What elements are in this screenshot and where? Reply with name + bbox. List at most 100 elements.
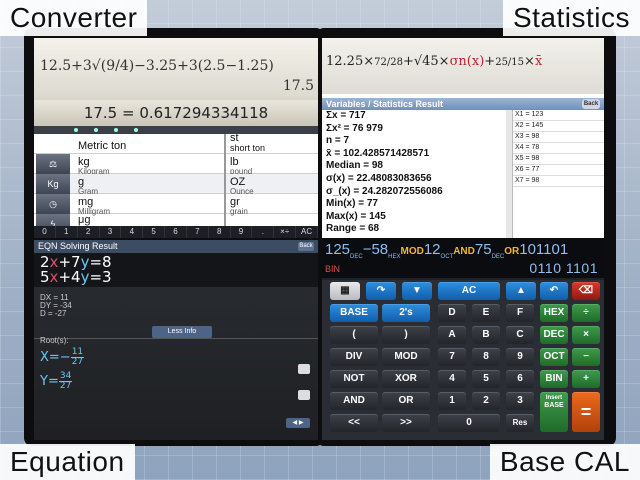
stat-item: Range = 68 (326, 223, 380, 235)
key-4[interactable]: 4 (438, 370, 466, 388)
key-0[interactable]: 0 (438, 414, 500, 432)
statistics-panel: 12.25×72/28+√45×σn(x)+25/15×x̄ Variables… (322, 38, 604, 238)
shift-left-button[interactable]: << (330, 414, 378, 432)
xor-button[interactable]: XOR (382, 370, 430, 388)
unit-left: kg Kilogram (78, 156, 110, 176)
grid-icon[interactable]: ▦ (330, 282, 360, 300)
lparen-button[interactable]: ( (330, 326, 378, 344)
equation-panel: EQN Solving Result Back 2x+7y=8 5x+4y=3 … (34, 240, 318, 440)
key-a[interactable]: A (438, 326, 466, 344)
minus-button[interactable]: − (572, 348, 600, 366)
delete-icon[interactable]: ⌫ (572, 282, 600, 300)
label-base-cal: Base CAL (489, 444, 640, 480)
and-button[interactable]: AND (330, 392, 378, 410)
converter-expression: 12.5+3√(9/4)−3.25+3(2.5−1.25) (34, 38, 318, 98)
statistics-title: Variables / Statistics Result (326, 99, 444, 109)
unit-left: g Gram (78, 176, 98, 196)
key-6[interactable]: 6 (506, 370, 534, 388)
base-keypad: ▦ ↷ ▼ AC ▲ ↶ ⌫ BASE 2's D E F HEX ÷ ( ) … (322, 280, 604, 440)
key-3[interactable]: 3 (100, 226, 122, 238)
key-dot[interactable]: . (252, 226, 275, 238)
hex-button[interactable]: HEX (540, 304, 568, 322)
statistics-result-list: Σx = 717 Σx² = 76 979 n = 7 x̄ = 102.428… (322, 110, 512, 238)
save-x-icon[interactable] (298, 364, 310, 374)
key-8[interactable]: 8 (472, 348, 500, 366)
twos-complement-button[interactable]: 2's (382, 304, 430, 322)
or-button[interactable]: OR (382, 392, 430, 410)
unit-right-extra: short ton (230, 143, 266, 153)
base-button[interactable]: BASE (330, 304, 378, 322)
kg-weight-icon: Kg (36, 174, 70, 194)
page-nav-button[interactable]: ◀ ▶ (286, 418, 310, 428)
unit-row[interactable]: Metric ton st short ton (34, 132, 318, 154)
unit-right: OZ Ounce (230, 176, 254, 196)
key-2[interactable]: 2 (78, 226, 100, 238)
dec-button[interactable]: DEC (540, 326, 568, 344)
key-6[interactable]: 6 (165, 226, 187, 238)
oct-button[interactable]: OCT (540, 348, 568, 366)
key-1[interactable]: 1 (438, 392, 466, 410)
rparen-button[interactable]: ) (382, 326, 430, 344)
chevron-down-icon[interactable]: ▼ (402, 282, 432, 300)
equals-button[interactable]: = (572, 392, 600, 432)
converter-previous-value: 17.5 (282, 78, 314, 94)
plus-button[interactable]: + (572, 370, 600, 388)
equation-2: 5x+4y=3 (40, 268, 112, 286)
data-value: X4 = 78 (513, 143, 604, 154)
key-5[interactable]: 5 (143, 226, 166, 238)
unit-row-selected[interactable]: Kg g Gram OZ Ounce (34, 174, 318, 196)
divide-button[interactable]: ÷ (572, 304, 600, 322)
unit-right: gr grain (230, 196, 248, 216)
key-4[interactable]: 4 (121, 226, 144, 238)
key-e[interactable]: E (472, 304, 500, 322)
redo-icon[interactable]: ↷ (366, 282, 396, 300)
less-info-button[interactable]: Less Info (152, 326, 212, 338)
back-button[interactable]: Back (298, 242, 314, 251)
back-button[interactable]: Back (582, 99, 600, 109)
not-button[interactable]: NOT (330, 370, 378, 388)
statistics-expression: 12.25×72/28+√45×σn(x)+25/15×x̄ (322, 38, 604, 94)
key-8[interactable]: 8 (209, 226, 231, 238)
key-1[interactable]: 1 (56, 226, 78, 238)
weight-icon: ⚖ (36, 154, 70, 174)
base-result: 0110 1101 (529, 260, 598, 276)
key-ac[interactable]: AC (296, 226, 318, 238)
key-muldiv[interactable]: ×÷ (274, 226, 297, 238)
key-9[interactable]: 9 (506, 348, 534, 366)
converter-unit-strip[interactable] (34, 126, 318, 134)
res-button[interactable]: Res (506, 414, 534, 432)
key-b[interactable]: B (472, 326, 500, 344)
key-0[interactable]: 0 (34, 226, 56, 238)
key-f[interactable]: F (506, 304, 534, 322)
unit-row[interactable]: ◷ mg Milligram gr grain (34, 194, 318, 216)
undo-icon[interactable]: ↶ (540, 282, 568, 300)
chevron-up-icon[interactable]: ▲ (506, 282, 536, 300)
stat-item: Σx = 717 (326, 110, 366, 121)
converter-unit-list[interactable]: Metric ton st short ton ⚖ kg Kilogram lb p… (34, 132, 318, 234)
stat-item: σ_(x) = 24.282072556086 (326, 185, 443, 197)
bin-button[interactable]: BIN (540, 370, 568, 388)
key-3[interactable]: 3 (506, 392, 534, 410)
ac-button[interactable]: AC (438, 282, 500, 300)
key-d[interactable]: D (438, 304, 466, 322)
stat-item: Σx² = 76 979 (326, 122, 383, 134)
divider (34, 338, 318, 339)
key-c[interactable]: C (506, 326, 534, 344)
div-button[interactable]: DIV (330, 348, 378, 366)
key-7[interactable]: 7 (187, 226, 209, 238)
data-value: X6 = 77 (513, 165, 604, 176)
multiply-button[interactable]: × (572, 326, 600, 344)
mod-button[interactable]: MOD (382, 348, 430, 366)
unit-left: Metric ton (78, 140, 127, 152)
key-2[interactable]: 2 (472, 392, 500, 410)
stat-item: σ(x) = 22.48083083656 (326, 172, 432, 184)
insert-base-button[interactable]: Insert BASE (540, 392, 568, 432)
key-7[interactable]: 7 (438, 348, 466, 366)
determinants: DX = 11 DY = -34 D = -27 (40, 293, 72, 318)
shift-right-button[interactable]: >> (382, 414, 430, 432)
key-5[interactable]: 5 (472, 370, 500, 388)
unit-row[interactable]: ⚖ kg Kilogram lb pound (34, 154, 318, 176)
equation-system: 2x+7y=8 5x+4y=3 (34, 253, 318, 287)
save-y-icon[interactable] (298, 390, 310, 400)
key-9[interactable]: 9 (231, 226, 253, 238)
